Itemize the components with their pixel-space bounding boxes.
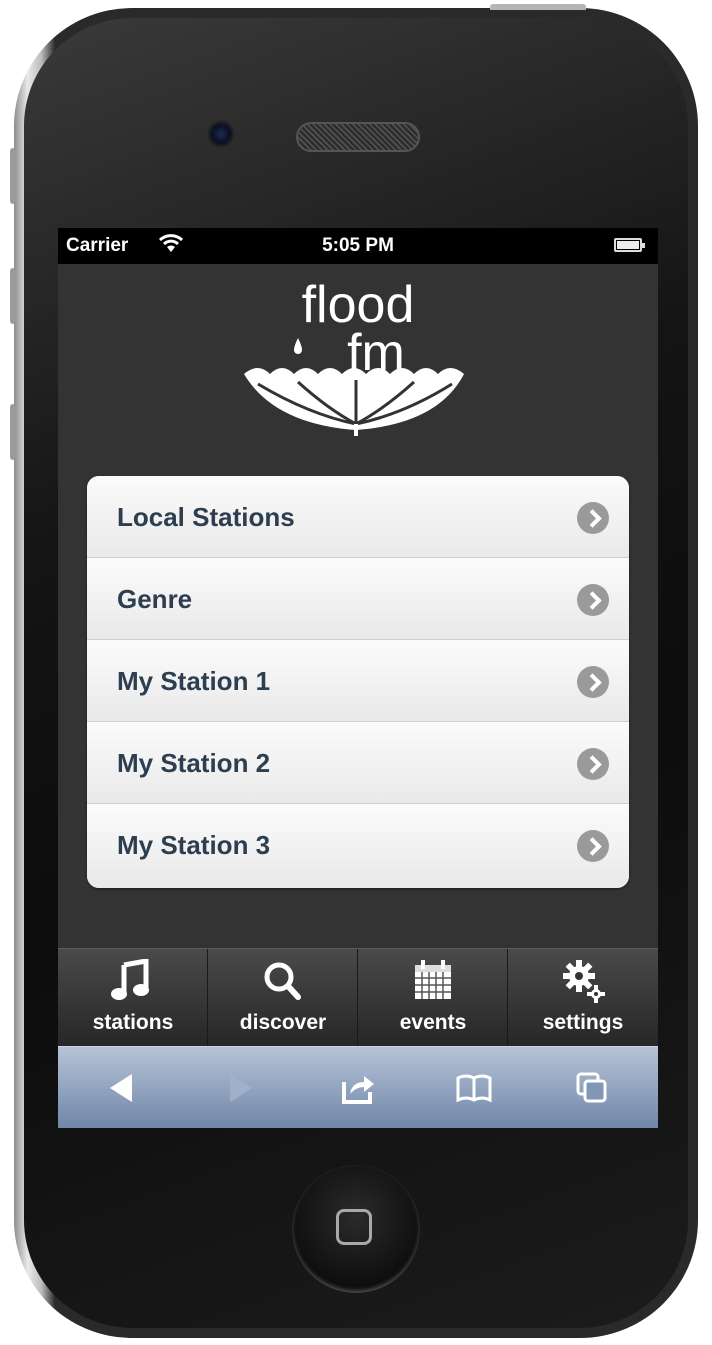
clock: 5:05 PM <box>322 235 394 256</box>
front-camera <box>207 120 235 148</box>
menu-item-label: My Station 2 <box>117 748 271 778</box>
battery-icon <box>614 238 645 252</box>
menu-item-my-station-2[interactable]: My Station 2 <box>87 722 629 804</box>
menu-item-label: Local Stations <box>117 502 295 532</box>
calendar-icon <box>409 959 457 1003</box>
tab-label: events <box>399 1011 467 1034</box>
tab-bar: stations discover events settings <box>58 948 658 1047</box>
bookmarks-icon[interactable] <box>454 1068 494 1108</box>
chevron-right-icon <box>577 502 609 534</box>
phone-screen: Carrier 5:05 PM flood fm Local Stations … <box>58 228 658 1128</box>
search-icon <box>259 959 307 1003</box>
browser-toolbar <box>58 1046 658 1128</box>
tab-events[interactable]: events <box>358 949 508 1047</box>
station-menu: Local Stations Genre My Station 1 My Sta… <box>87 476 629 888</box>
back-icon[interactable] <box>102 1068 142 1108</box>
gears-icon <box>559 959 607 1003</box>
flood-fm-logo: flood fm <box>238 264 478 440</box>
home-square-icon <box>336 1209 372 1245</box>
volume-up-button <box>10 268 16 324</box>
chevron-right-icon <box>577 666 609 698</box>
menu-item-my-station-3[interactable]: My Station 3 <box>87 804 629 888</box>
mute-switch <box>10 148 16 204</box>
earpiece-speaker <box>296 122 420 152</box>
share-icon[interactable] <box>338 1068 378 1108</box>
menu-item-local-stations[interactable]: Local Stations <box>87 476 629 558</box>
pages-icon[interactable] <box>572 1068 612 1108</box>
power-button <box>490 4 586 10</box>
menu-item-label: Genre <box>117 584 193 614</box>
music-note-icon <box>109 958 157 1003</box>
volume-down-button <box>10 404 16 460</box>
tab-label: settings <box>542 1011 624 1034</box>
tab-discover[interactable]: discover <box>208 949 358 1047</box>
tab-label: discover <box>239 1011 327 1034</box>
menu-item-label: My Station 3 <box>117 830 271 860</box>
tab-stations[interactable]: stations <box>58 949 208 1047</box>
chevron-right-icon <box>577 830 609 862</box>
tab-settings[interactable]: settings <box>508 949 658 1047</box>
menu-item-label: My Station 1 <box>117 666 271 696</box>
status-bar: Carrier 5:05 PM <box>58 228 658 264</box>
menu-item-my-station-1[interactable]: My Station 1 <box>87 640 629 722</box>
home-button[interactable] <box>292 1165 420 1293</box>
chevron-right-icon <box>577 584 609 616</box>
menu-item-genre[interactable]: Genre <box>87 558 629 640</box>
forward-icon[interactable] <box>220 1068 260 1108</box>
tab-label: stations <box>92 1011 174 1034</box>
chevron-right-icon <box>577 748 609 780</box>
